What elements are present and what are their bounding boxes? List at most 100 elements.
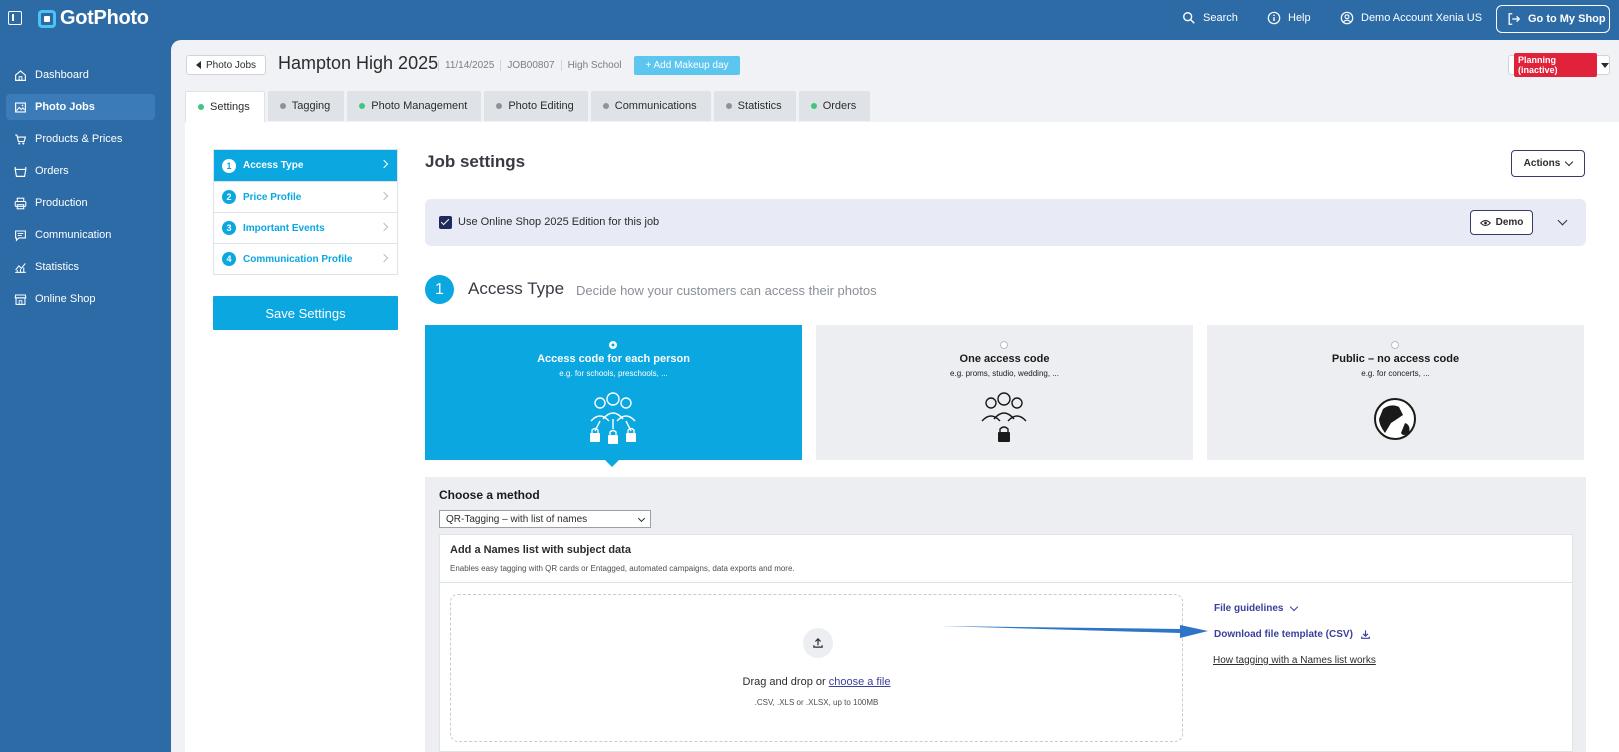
access-option-code-per-person[interactable]: Access code for each person e.g. for sch… [425, 325, 802, 460]
sidebar-item-online-shop[interactable]: Online Shop [6, 286, 155, 312]
tab-label: Photo Editing [508, 100, 574, 112]
names-list-box: Add a Names list with subject data Enabl… [439, 534, 1573, 752]
logo[interactable]: GotPhoto [38, 7, 149, 30]
step-important-events[interactable]: 3 Important Events [214, 212, 397, 243]
step-label: Access Type [243, 160, 304, 171]
exit-icon [1508, 13, 1521, 25]
search-label: Search [1203, 12, 1238, 24]
main-panel: Photo Jobs Hampton High 2025 11/14/2025 … [171, 40, 1619, 752]
sidebar: Dashboard Photo Jobs Products & Prices O… [0, 38, 170, 752]
account-menu[interactable]: Demo Account Xenia US [1340, 11, 1482, 25]
image-icon [15, 101, 26, 113]
how-tagging-works-link[interactable]: How tagging with a Names list works [1213, 655, 1376, 666]
tab-label: Statistics [737, 100, 782, 112]
file-dropzone[interactable]: Drag and drop or choose a file .CSV, .XL… [450, 594, 1183, 742]
sidebar-item-communication[interactable]: Communication [6, 222, 155, 248]
search-button[interactable]: Search [1182, 11, 1238, 25]
job-meta: 11/14/2025 JOB00807 High School [438, 60, 628, 71]
job-id: JOB00807 [500, 60, 560, 71]
option-title: One access code [959, 353, 1050, 365]
download-template-link[interactable]: Download file template (CSV) [1214, 629, 1371, 640]
access-option-public[interactable]: Public – no access code e.g. for concert… [1207, 325, 1584, 460]
chevron-down-icon [637, 514, 646, 523]
tab-label: Orders [822, 100, 857, 112]
online-shop-edition-box: Use Online Shop 2025 Edition for this jo… [425, 199, 1586, 246]
group-with-locks-icon [590, 392, 636, 444]
sidebar-item-production[interactable]: Production [6, 190, 155, 216]
chevron-right-icon [379, 191, 389, 201]
sidebar-item-products-prices[interactable]: Products & Prices [6, 126, 155, 152]
settings-content: 1 Access Type 2 Price Profile 3 Important E… [185, 122, 1619, 752]
option-radio[interactable] [1391, 341, 1399, 349]
printer-icon [14, 197, 27, 209]
demo-button[interactable]: Demo [1470, 210, 1533, 235]
job-date: 11/14/2025 [438, 60, 500, 71]
method-title: Choose a method [439, 488, 540, 502]
store-icon [14, 294, 27, 305]
account-name: Demo Account Xenia US [1361, 12, 1483, 24]
tab-orders[interactable]: Orders [798, 91, 871, 121]
method-panel: Choose a method QR-Tagging – with list o… [425, 477, 1586, 752]
tab-statistics[interactable]: Statistics [713, 91, 796, 121]
job-category: High School [560, 60, 628, 71]
tab-settings[interactable]: Settings [185, 91, 265, 122]
sidebar-item-orders[interactable]: Orders [6, 158, 155, 184]
job-tabs: Settings Tagging Photo Management Photo … [185, 91, 871, 122]
chevron-right-icon [379, 159, 389, 169]
tab-tagging[interactable]: Tagging [267, 91, 345, 121]
eye-icon [1479, 219, 1491, 226]
tab-photo-editing[interactable]: Photo Editing [484, 91, 588, 121]
status-dot-icon [810, 103, 817, 109]
sidebar-item-dashboard[interactable]: Dashboard [6, 62, 155, 88]
sidebar-item-label: Online Shop [35, 293, 96, 305]
add-makeup-day-button[interactable]: + Add Makeup day [634, 56, 740, 75]
step-label: Communication Profile [243, 253, 353, 265]
caret-down-icon [1601, 62, 1609, 68]
status-badge: Planning (inactive) [1514, 53, 1597, 77]
tab-photo-management[interactable]: Photo Management [347, 91, 482, 121]
chevron-right-icon [379, 253, 389, 263]
status-dot-icon [602, 103, 609, 109]
sidebar-toggle-icon[interactable] [8, 11, 22, 25]
actions-label: Actions [1523, 158, 1561, 169]
group-with-single-lock-icon [981, 392, 1027, 442]
file-guidelines-toggle[interactable]: File guidelines [1214, 602, 1299, 614]
actions-button[interactable]: Actions [1511, 150, 1585, 177]
method-select[interactable]: QR-Tagging – with list of names [439, 510, 651, 528]
save-settings-button[interactable]: Save Settings [213, 296, 398, 330]
sidebar-item-label: Dashboard [35, 69, 89, 81]
back-to-photo-jobs-button[interactable]: Photo Jobs [186, 55, 267, 75]
sidebar-item-photo-jobs[interactable]: Photo Jobs [6, 94, 155, 120]
tab-communications[interactable]: Communications [590, 91, 711, 121]
annotation-arrow-icon [940, 625, 1208, 638]
go-to-shop-label: Go to My Shop [1528, 13, 1606, 25]
choose-file-link[interactable]: choose a file [829, 676, 891, 688]
upload-icon [803, 628, 833, 658]
step-access-type[interactable]: 1 Access Type [214, 150, 397, 181]
sidebar-item-statistics[interactable]: Statistics [6, 254, 155, 280]
edition-checkbox[interactable] [439, 216, 452, 229]
info-icon [1267, 11, 1281, 25]
option-radio[interactable] [609, 341, 617, 349]
cart-icon [15, 133, 27, 145]
divider [440, 582, 1572, 583]
access-option-one-code[interactable]: One access code e.g. proms, studio, wedd… [816, 325, 1193, 460]
job-header: Photo Jobs Hampton High 2025 11/14/2025 … [171, 40, 1619, 90]
help-button[interactable]: Help [1267, 11, 1311, 25]
top-bar: GotPhoto Search Help Demo Account Xenia … [0, 0, 1619, 38]
job-settings-title: Job settings [425, 152, 526, 171]
step-communication-profile[interactable]: 4 Communication Profile [214, 243, 397, 274]
step-price-profile[interactable]: 2 Price Profile [214, 181, 397, 212]
method-select-value: QR-Tagging – with list of names [446, 513, 588, 525]
option-radio[interactable] [1000, 341, 1008, 349]
go-to-shop-button[interactable]: Go to My Shop [1496, 5, 1610, 33]
drop-text: Drag and drop or choose a file [451, 676, 1182, 688]
sidebar-item-label: Orders [35, 165, 69, 177]
section-subtitle: Decide how your customers can access the… [576, 283, 877, 298]
job-status-dropdown[interactable]: Planning (inactive) [1508, 53, 1610, 77]
tab-label: Tagging [291, 100, 331, 112]
sidebar-item-label: Products & Prices [35, 133, 123, 145]
chat-icon [15, 230, 26, 242]
chevron-down-icon[interactable] [1557, 215, 1568, 226]
step-number: 1 [222, 158, 236, 173]
